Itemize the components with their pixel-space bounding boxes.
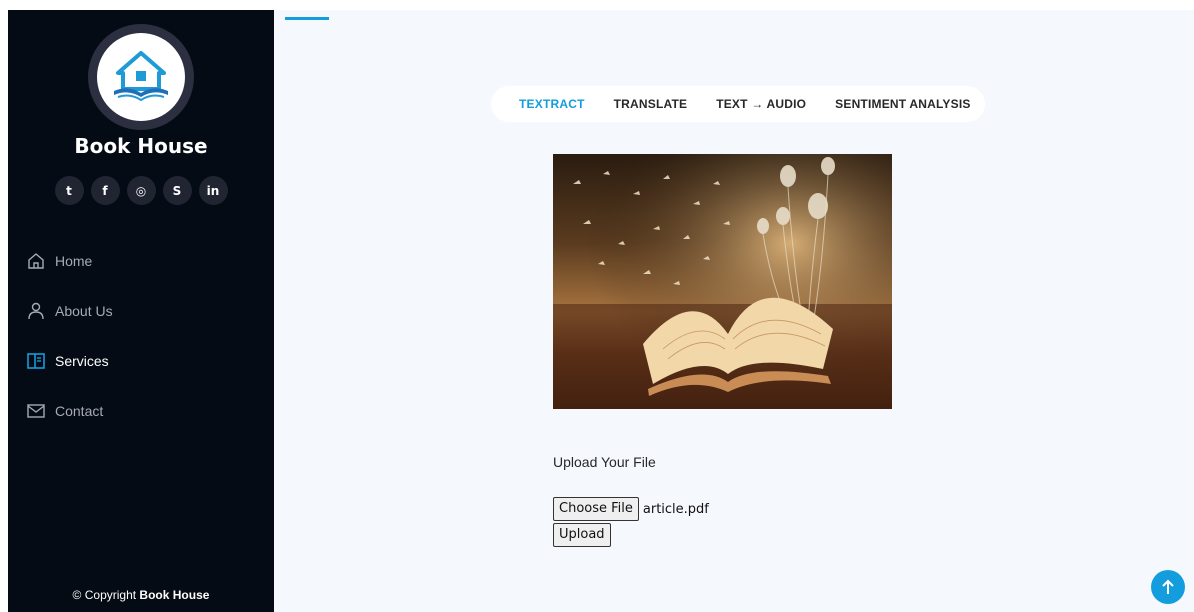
- instagram-icon[interactable]: ◎: [126, 176, 156, 205]
- section-accent-line: [285, 17, 329, 20]
- sidebar-item-home[interactable]: Home: [8, 236, 274, 286]
- service-tabs: TEXTRACT TRANSLATE TEXT → AUDIO SENTIMEN…: [491, 86, 985, 122]
- twitter-icon[interactable]: t: [54, 176, 84, 205]
- user-icon: [28, 302, 44, 320]
- sidebar-item-label: Home: [55, 253, 93, 269]
- linkedin-icon[interactable]: in: [198, 176, 228, 205]
- file-input: Choose File article.pdf: [553, 497, 709, 521]
- book-house-logo-icon: [114, 51, 168, 102]
- tab-text-audio[interactable]: TEXT → AUDIO: [716, 97, 806, 111]
- facebook-icon[interactable]: f: [90, 176, 120, 205]
- sidebar-item-label: Contact: [55, 403, 104, 419]
- logo[interactable]: [88, 24, 194, 130]
- selected-file-name: article.pdf: [642, 501, 709, 517]
- tab-translate[interactable]: TRANSLATE: [614, 97, 688, 111]
- open-book-illustration: [553, 154, 892, 409]
- copyright: © Copyright Book House: [72, 588, 210, 602]
- main-content: TEXTRACT TRANSLATE TEXT → AUDIO SENTIMEN…: [274, 10, 1194, 612]
- arrow-up-icon: [1162, 579, 1174, 594]
- upload-button[interactable]: Upload: [553, 523, 611, 547]
- skype-icon[interactable]: S: [162, 176, 192, 205]
- sidebar: Book House t f ◎ S in Home About Us Serv…: [8, 10, 274, 612]
- tab-textract[interactable]: TEXTRACT: [519, 97, 585, 111]
- home-icon: [28, 253, 44, 269]
- choose-file-button[interactable]: Choose File: [553, 497, 639, 521]
- sidebar-item-contact[interactable]: Contact: [8, 386, 274, 436]
- sidebar-item-label: Services: [55, 353, 109, 369]
- back-to-top-button[interactable]: [1151, 570, 1185, 604]
- sidebar-item-about[interactable]: About Us: [8, 286, 274, 336]
- social-links: t f ◎ S in: [8, 176, 274, 205]
- brand-name: Book House: [74, 134, 208, 158]
- sidebar-item-label: About Us: [55, 303, 113, 319]
- tab-sentiment-analysis[interactable]: SENTIMENT ANALYSIS: [835, 97, 970, 111]
- layout-icon: [27, 353, 45, 369]
- envelope-icon: [27, 404, 45, 418]
- hero-image-open-book: [553, 154, 892, 409]
- sidebar-item-services[interactable]: Services: [8, 336, 274, 386]
- copyright-brand: Book House: [139, 588, 210, 602]
- sidebar-nav: Home About Us Services Contact: [8, 236, 274, 436]
- upload-label: Upload Your File: [553, 454, 656, 470]
